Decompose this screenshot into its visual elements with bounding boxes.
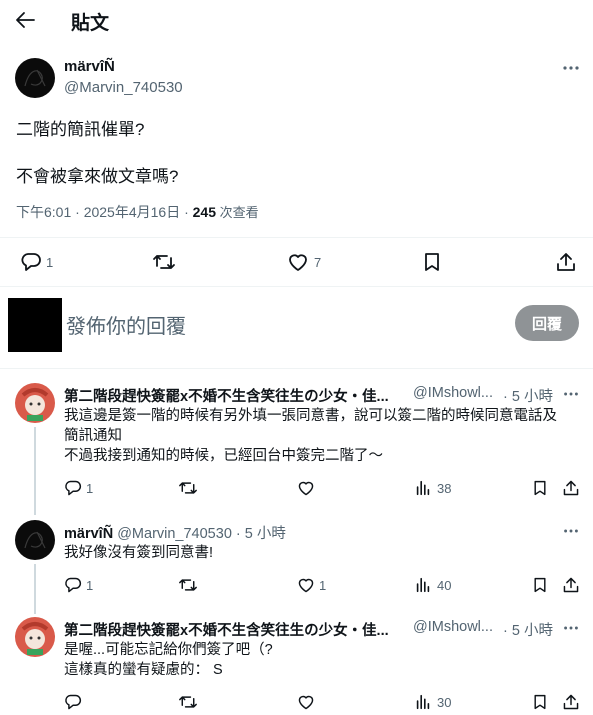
share-action[interactable] [555, 251, 577, 273]
bookmark-action[interactable] [532, 576, 548, 594]
views-action[interactable]: 38 [414, 479, 451, 497]
reply-action[interactable]: 1 [64, 479, 93, 497]
retweet-icon [153, 255, 175, 269]
views-action[interactable]: 30 [414, 693, 451, 711]
reply-author-name[interactable]: märvîÑ [64, 526, 113, 542]
share-icon [563, 480, 579, 496]
like-count: 7 [314, 254, 322, 270]
arrow-left-icon [16, 12, 35, 28]
bookmark-icon [534, 694, 546, 710]
author-handle[interactable]: @Marvin_740530 [64, 79, 183, 96]
reply-count: 1 [46, 254, 54, 270]
share-action[interactable] [562, 693, 580, 711]
reply-author-name[interactable]: 第二階段趕快簽罷x不婚不生含笑往生の少女・佳... [64, 385, 389, 406]
reply-time[interactable]: · 5 小時 [503, 385, 553, 406]
retweet-icon [179, 696, 197, 708]
post-metadata: 下午6:01 · 2025年4月16日 · 245 次查看 [16, 202, 259, 222]
views-bar-chart-icon [416, 694, 430, 710]
bookmark-icon [425, 253, 439, 271]
avatar[interactable] [15, 383, 55, 423]
share-icon [557, 253, 575, 271]
views-bar-chart-icon [416, 577, 430, 593]
retweet-icon [179, 579, 197, 591]
back-button[interactable] [12, 6, 40, 34]
views-label: 次查看 [216, 205, 259, 220]
heart-icon [289, 254, 307, 271]
reply-time[interactable]: · 5 小時 [503, 619, 553, 640]
reply-author-handle[interactable]: @IMshowl... [413, 385, 493, 401]
avatar[interactable] [15, 58, 55, 98]
more-horizontal-icon [564, 392, 578, 396]
reply-bubble-icon [65, 694, 82, 710]
bookmark-action[interactable] [422, 251, 442, 273]
reply-action[interactable]: 1 [20, 251, 53, 273]
reply-author-handle[interactable]: @IMshowl... [413, 619, 493, 635]
views-action[interactable]: 40 [414, 576, 451, 594]
more-options-button[interactable] [562, 522, 580, 540]
reply-bubble-icon [65, 577, 82, 593]
page-title: 貼文 [71, 13, 110, 34]
views-count: 30 [437, 694, 452, 710]
like-count: 1 [319, 577, 327, 593]
views-count: 38 [437, 480, 452, 496]
reply-count: 1 [86, 480, 94, 496]
heart-icon [298, 695, 314, 710]
more-options-button[interactable] [561, 58, 581, 78]
post-text-line2: 不會被拿來做文章嗎? [16, 167, 179, 186]
like-action[interactable]: 7 [287, 251, 321, 273]
like-action[interactable]: 1 [297, 576, 326, 594]
reply-author-handle[interactable]: @Marvin_740530 [117, 526, 232, 542]
share-action[interactable] [562, 576, 580, 594]
heart-icon [298, 481, 314, 496]
retweet-action[interactable] [178, 693, 198, 711]
views-count: 40 [437, 577, 452, 593]
reply-count: 1 [86, 577, 94, 593]
reply-text: 我這邊是簽一階的時候有另外填一張同意書，說可以簽二階的時候同意電話及 簡訊通知 … [64, 408, 557, 464]
like-action[interactable] [297, 693, 315, 711]
reply-input[interactable]: 發佈你的回覆 [66, 310, 186, 339]
retweet-icon [179, 482, 197, 494]
more-horizontal-icon [564, 626, 578, 630]
reply-text: 是喔...可能忘記給你們簽了吧（? 這樣真的蠻有疑慮的： S [64, 642, 273, 678]
reply-text: 我好像沒有簽到同意書! [64, 545, 214, 561]
retweet-action[interactable] [152, 251, 176, 273]
post-time[interactable]: 下午6:01 · 2025年4月16日 · [16, 204, 193, 220]
post-text-line1: 二階的簡訊催單? [16, 120, 145, 139]
retweet-action[interactable] [178, 576, 198, 594]
bookmark-icon [534, 577, 546, 593]
share-icon [563, 577, 579, 593]
reply-bubble-icon [21, 253, 41, 271]
reply-bubble-icon [65, 480, 82, 496]
reply-header: märvîÑ @Marvin_740530 · 5 小時 [64, 522, 286, 543]
share-action[interactable] [562, 479, 580, 497]
heart-icon [298, 578, 314, 593]
reply-author-name[interactable]: 第二階段趕快簽罷x不婚不生含笑往生の少女・佳... [64, 619, 389, 640]
avatar[interactable] [15, 520, 55, 560]
reply-submit-button[interactable]: 回覆 [515, 305, 579, 341]
avatar[interactable] [15, 617, 55, 657]
more-horizontal-icon [563, 66, 579, 70]
more-options-button[interactable] [562, 619, 580, 637]
reply-button-label: 回覆 [531, 315, 562, 333]
reply-time[interactable]: · 5 小時 [236, 526, 286, 542]
thread-line [34, 564, 36, 614]
retweet-action[interactable] [178, 479, 198, 497]
more-options-button[interactable] [562, 385, 580, 403]
bookmark-action[interactable] [532, 479, 548, 497]
composer-avatar [8, 298, 62, 352]
views-bar-chart-icon [416, 480, 430, 496]
like-action[interactable] [297, 479, 315, 497]
author-name[interactable]: märvîÑ [64, 58, 115, 75]
bookmark-icon [534, 480, 546, 496]
share-icon [563, 694, 579, 710]
bookmark-action[interactable] [532, 693, 548, 711]
reply-action[interactable] [64, 693, 82, 711]
thread-line [34, 427, 36, 515]
more-horizontal-icon [564, 529, 578, 533]
views-count: 245 [192, 204, 216, 220]
reply-action[interactable]: 1 [64, 576, 93, 594]
